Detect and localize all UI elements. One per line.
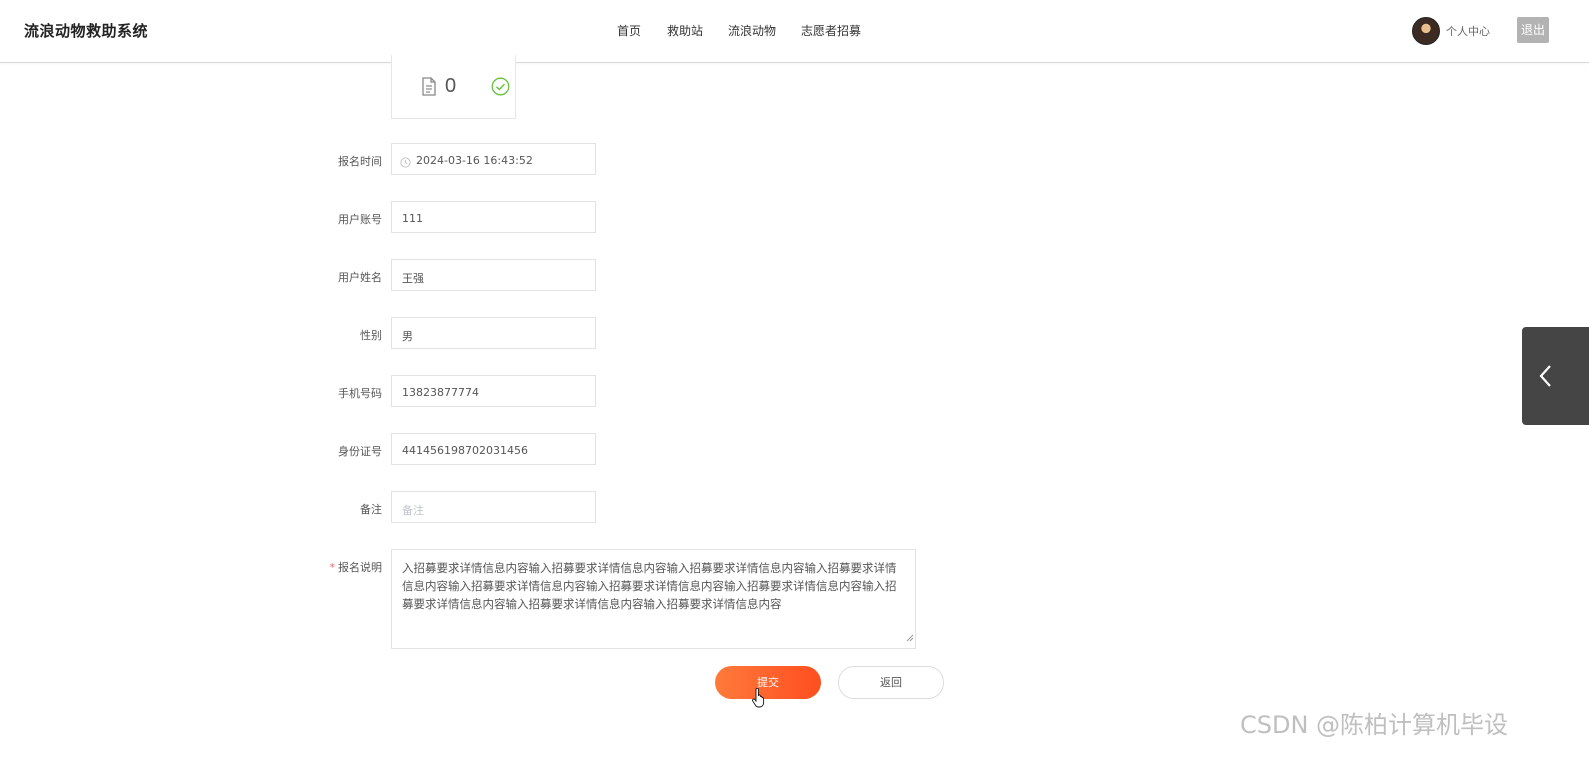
name-label: 用户姓名: [338, 271, 382, 284]
signup-time-value: 2024-03-16 16:43:52: [416, 154, 533, 167]
remark-field[interactable]: 备注: [391, 491, 596, 523]
form-row-name: 用户姓名 王强: [0, 259, 1589, 293]
gender-value: 男: [402, 330, 413, 343]
signup-time-field[interactable]: 2024-03-16 16:43:52: [391, 143, 596, 175]
form-row-phone: 手机号码 13823877774: [0, 375, 1589, 409]
resize-handle-icon[interactable]: [906, 629, 914, 647]
hand-cursor-icon: [752, 687, 766, 713]
account-label: 用户账号: [338, 213, 382, 226]
description-label: * 报名说明: [330, 559, 383, 575]
required-mark: *: [329, 561, 336, 574]
user-center-link[interactable]: 个人中心: [1446, 23, 1490, 39]
account-value: 111: [402, 212, 423, 225]
description-textarea[interactable]: 入招募要求详情信息内容输入招募要求详情信息内容输入招募要求详情信息内容输入招募要…: [391, 549, 916, 649]
nav-stray-animals[interactable]: 流浪动物: [728, 22, 776, 39]
phone-label: 手机号码: [338, 387, 382, 400]
file-count: 0: [445, 75, 457, 97]
name-value: 王强: [402, 272, 424, 285]
clock-icon: [400, 155, 411, 173]
form-row-gender: 性别 男: [0, 317, 1589, 351]
logout-button[interactable]: 退出: [1517, 17, 1549, 43]
account-field[interactable]: 111: [391, 201, 596, 233]
nav-rescue-station[interactable]: 救助站: [667, 22, 703, 39]
upload-file-card[interactable]: 0: [391, 55, 516, 119]
back-button[interactable]: 返回: [838, 666, 944, 699]
nav-volunteer-recruit[interactable]: 志愿者招募: [801, 22, 861, 39]
remark-label: 备注: [360, 503, 382, 516]
id-number-label: 身份证号: [338, 445, 382, 458]
description-text: 入招募要求详情信息内容输入招募要求详情信息内容输入招募要求详情信息内容输入招募要…: [402, 561, 897, 611]
form-row-account: 用户账号 111: [0, 201, 1589, 235]
form-row-id-number: 身份证号 441456198702031456: [0, 433, 1589, 467]
form-row-remark: 备注 备注: [0, 491, 1589, 525]
signup-time-label: 报名时间: [338, 155, 382, 168]
gender-label: 性别: [360, 329, 382, 342]
document-icon: [421, 77, 437, 101]
remark-placeholder: 备注: [402, 504, 424, 517]
form-row-signup-time: 报名时间 2024-03-16 16:43:52: [0, 143, 1589, 177]
id-number-value: 441456198702031456: [402, 444, 528, 457]
description-label-text: 报名说明: [338, 561, 382, 574]
chevron-left-icon: [1538, 364, 1552, 393]
avatar[interactable]: [1412, 17, 1440, 45]
phone-value: 13823877774: [402, 386, 479, 399]
id-number-field[interactable]: 441456198702031456: [391, 433, 596, 465]
submit-button[interactable]: 提交: [715, 666, 821, 699]
watermark: CSDN @陈柏计算机毕设: [1240, 711, 1509, 739]
top-header: 流浪动物救助系统 首页 救助站 流浪动物 志愿者招募 个人中心 退出: [0, 0, 1589, 63]
nav-home[interactable]: 首页: [617, 22, 641, 39]
phone-field[interactable]: 13823877774: [391, 375, 596, 407]
side-panel-toggle[interactable]: [1522, 327, 1589, 425]
main-nav: 首页 救助站 流浪动物 志愿者招募: [0, 22, 1589, 42]
gender-field[interactable]: 男: [391, 317, 596, 349]
user-area: 个人中心 退出: [1412, 17, 1557, 45]
success-check-icon: [491, 77, 510, 101]
name-field[interactable]: 王强: [391, 259, 596, 291]
